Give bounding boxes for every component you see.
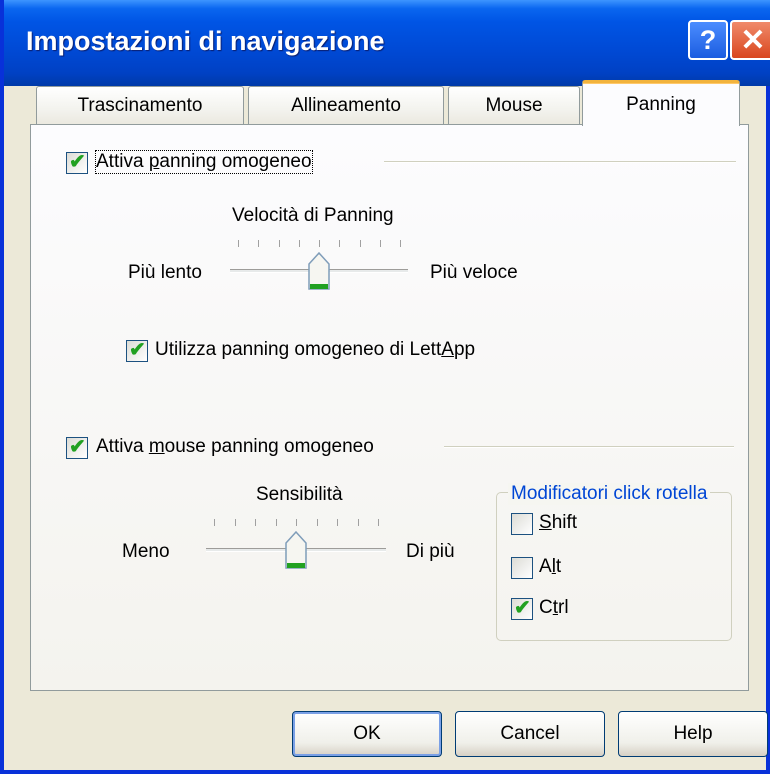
slider-tick [316,519,318,526]
cancel-button[interactable]: Cancel [455,711,605,757]
tab-allineamento[interactable]: Allineamento [248,86,444,124]
slider-tick [234,519,236,526]
lettapp-smooth-checkbox[interactable]: ✔ [126,339,148,362]
check-icon: ✔ [129,339,146,361]
slider-tick [359,240,361,247]
help-button[interactable]: Help [618,711,768,757]
ctrl-label[interactable]: Ctrl [539,597,569,619]
check-icon: ✔ [69,436,86,458]
slider-tick [319,240,320,247]
title-bar[interactable]: Impostazioni di navigazione ? ✕ [4,0,770,86]
tab-mouse[interactable]: Mouse [448,86,580,124]
slider-tick [214,519,215,526]
shift-label[interactable]: Shift [539,512,577,534]
tab-label: Mouse [485,94,543,116]
wheel-modifiers-title: Modificatori click rotella [508,483,711,505]
section-divider [384,161,736,163]
tab-label: Trascinamento [77,94,203,116]
slider-tick [258,240,260,247]
slider-tick [378,519,379,526]
slider-tick [278,240,280,247]
slider-tick [275,519,277,526]
alt-checkbox[interactable] [511,557,533,579]
more-label: Di più [406,541,455,562]
close-icon: ✕ [740,23,766,57]
tab-label: Panning [626,93,696,115]
section-divider [444,446,734,448]
tab-panning[interactable]: Panning [582,80,740,126]
question-icon: ? [699,24,717,55]
mouse-panning-label[interactable]: Attiva mouse panning omogeneo [96,436,374,458]
lettapp-smooth-label[interactable]: Utilizza panning omogeneo di LettApp [155,339,475,361]
slider-tick [339,240,341,247]
sensitivity-slider-thumb[interactable] [285,531,307,569]
slider-tick [255,519,256,526]
close-button[interactable]: ✕ [730,20,770,60]
panning-speed-slider-thumb[interactable] [308,252,330,290]
ok-button[interactable]: OK [292,711,442,757]
alt-label[interactable]: Alt [539,556,561,578]
mouse-panning-checkbox[interactable]: ✔ [66,436,88,459]
slider-tick [337,519,338,526]
ctrl-checkbox[interactable]: ✔ [511,597,533,620]
shift-checkbox[interactable] [511,513,533,535]
slider-tick [296,519,297,526]
tab-label: Allineamento [291,94,401,116]
check-icon: ✔ [514,597,531,619]
slider-tick [400,240,401,247]
help-caption-button[interactable]: ? [688,20,728,60]
window-title: Impostazioni di navigazione [26,26,385,56]
slower-label: Più lento [128,262,202,283]
sensitivity-title: Sensibilità [256,484,343,505]
slider-tick [298,240,300,247]
panning-speed-title: Velocità di Panning [232,205,394,226]
less-label: Meno [122,541,170,562]
tab-trascinamento[interactable]: Trascinamento [36,86,244,124]
slider-tick [238,240,239,247]
check-icon: ✔ [69,151,86,173]
smooth-panning-label[interactable]: Attiva panning omogeneo [95,150,313,174]
slider-tick [379,240,381,247]
faster-label: Più veloce [430,262,518,283]
slider-tick [357,519,359,526]
smooth-panning-checkbox[interactable]: ✔ [66,151,88,174]
